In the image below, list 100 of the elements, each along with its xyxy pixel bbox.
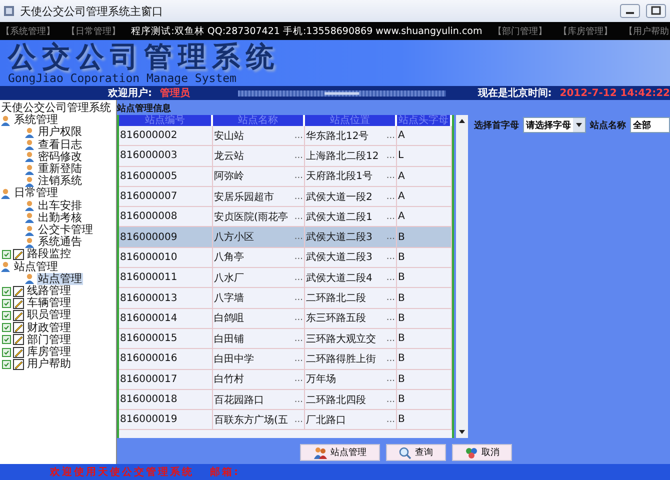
table-row[interactable]: 816000015 白田铺 ... 三环路大观立交 ... B: [119, 328, 452, 350]
table-cell: 816000018: [120, 394, 178, 405]
table-cell-text: 武侯大道二段1: [306, 210, 372, 224]
table-row[interactable]: 816000017 白竹村 ... 万年场 ... B: [119, 370, 452, 390]
table-row[interactable]: 816000013 八字墙 ... 二环路北二段 ... B: [119, 288, 452, 309]
ellipsis-button[interactable]: ...: [294, 252, 303, 262]
ellipsis-button[interactable]: ...: [294, 354, 303, 364]
tree-item[interactable]: 公交卡管理: [37, 224, 94, 236]
table-row[interactable]: 816000002 安山站 ... 华东路北12号 ... A: [119, 126, 452, 146]
table-cell: B: [398, 312, 405, 324]
tree-item[interactable]: 日常管理: [13, 187, 59, 200]
tree-item[interactable]: 站点管理: [37, 272, 83, 286]
menu-item[interactable]: 【系统管理】: [0, 24, 56, 38]
panel-caption: 站点管理信息: [117, 102, 172, 115]
tree-item[interactable]: 查看日志: [37, 138, 83, 151]
table-row[interactable]: 816000018 百花园路口 ... 二环路北四段 ... B: [119, 390, 452, 410]
ellipsis-button[interactable]: ...: [386, 334, 395, 344]
table-row[interactable]: 816000014 白鸽咀 ... 东三环路五段 ... B: [119, 308, 452, 329]
table-cell-text: 八水厂: [214, 272, 244, 285]
table-cell: 816000007: [120, 191, 178, 202]
ellipsis-button[interactable]: ...: [294, 334, 303, 344]
menu-item[interactable]: 【用户帮助: [622, 24, 670, 38]
tree-item[interactable]: 路段监控: [26, 248, 72, 261]
menu-item[interactable]: 【部门管理】: [492, 24, 548, 38]
tree-item[interactable]: 系统管理: [13, 114, 59, 126]
ellipsis-button[interactable]: ...: [294, 272, 303, 283]
ellipsis-button[interactable]: ...: [386, 354, 395, 364]
tree-item[interactable]: 用户帮助: [26, 358, 72, 370]
tree-item[interactable]: 车辆管理: [26, 297, 72, 310]
tree-item[interactable]: 站点管理: [13, 260, 59, 273]
ellipsis-button[interactable]: ...: [294, 394, 303, 404]
table-row[interactable]: 816000016 白田中学 ... 二环路得胜上街 ... B: [119, 349, 452, 370]
table-row[interactable]: 816000009 八方小区 ... 武侯大道二段3 ... B: [119, 227, 452, 248]
table-cell: 816000015: [120, 333, 178, 344]
ellipsis-button[interactable]: ...: [386, 212, 395, 222]
table-cell: B: [398, 374, 405, 385]
name-field[interactable]: 全部: [630, 117, 670, 133]
ellipsis-button[interactable]: ...: [294, 293, 303, 304]
cancel-button[interactable]: 取消: [452, 444, 512, 461]
ellipsis-button[interactable]: ...: [386, 414, 395, 425]
tree-item[interactable]: 注销系统: [37, 175, 83, 188]
ellipsis-button[interactable]: ...: [386, 150, 395, 161]
ellipsis-button[interactable]: ...: [386, 252, 395, 262]
menu-item[interactable]: 【日常管理】: [66, 24, 122, 38]
tree-item[interactable]: 系统通告: [37, 236, 83, 248]
ellipsis-button[interactable]: ...: [386, 394, 395, 404]
search-button[interactable]: 查询: [386, 444, 446, 461]
table-row[interactable]: 816000010 八角亭 ... 武侯大道二段3 ... B: [119, 248, 452, 268]
ellipsis-button[interactable]: ...: [294, 192, 303, 202]
tree-item[interactable]: 出勤考核: [37, 212, 83, 224]
clock-time: 2012-7-12 14:42:22: [560, 88, 670, 98]
table-row[interactable]: 816000011 八水厂 ... 武侯大道二段4 ... B: [119, 268, 452, 288]
ellipsis-button[interactable]: ...: [386, 313, 395, 324]
ellipsis-button[interactable]: ...: [386, 130, 395, 141]
tree-item[interactable]: 职员管理: [26, 309, 72, 322]
table-row[interactable]: 816000005 阿弥岭 ... 天府路北段1号 ... A: [119, 166, 452, 187]
ellipsis-button[interactable]: ...: [294, 313, 303, 324]
tree-item[interactable]: 线路管理: [26, 285, 72, 298]
table-cell: 816000014: [120, 312, 178, 324]
ellipsis-button[interactable]: ...: [386, 272, 395, 283]
table-cell-text: 厂北路口: [306, 414, 346, 427]
ellipsis-button[interactable]: ...: [386, 293, 395, 304]
table-cell: B: [398, 353, 405, 364]
ellipsis-button[interactable]: ...: [294, 171, 303, 182]
table-cell: 816000011: [120, 272, 178, 284]
table-row[interactable]: 816000019 百联东方广场(五 ... 厂北路口 ... B: [119, 410, 452, 430]
banner-title: 公交公司管理系统: [8, 42, 281, 72]
ellipsis-button[interactable]: ...: [386, 171, 395, 182]
manage-button[interactable]: 站点管理: [300, 444, 380, 461]
tree-item[interactable]: 重新登陆: [37, 163, 83, 176]
table-cell-text: 安贞医院(雨花亭: [214, 210, 288, 224]
table-cell-text: 八方小区: [214, 230, 254, 244]
table-cell: B: [398, 272, 405, 284]
table-row[interactable]: 816000003 龙云站 ... 上海路北二段12 ... L: [119, 146, 452, 167]
tree-item[interactable]: 用户权限: [37, 126, 83, 139]
tree-item[interactable]: 财政管理: [26, 322, 72, 334]
tree-item[interactable]: 库房管理: [26, 346, 72, 358]
ellipsis-button[interactable]: ...: [386, 192, 395, 202]
table-cell: A: [398, 211, 405, 222]
ellipsis-button[interactable]: ...: [294, 374, 303, 384]
tree-item[interactable]: 部门管理: [26, 334, 72, 346]
letter-label: 选择首字母: [474, 119, 519, 132]
tree-item[interactable]: 出车安排: [37, 200, 83, 212]
tree-root-label[interactable]: 天使公交公司管理系统: [0, 102, 112, 114]
ellipsis-button[interactable]: ...: [294, 212, 303, 222]
ellipsis-button[interactable]: ...: [386, 374, 395, 384]
time-label: 现在是北京时间:: [478, 86, 552, 100]
table-cell: 816000017: [120, 374, 178, 385]
letter-dropdown[interactable]: 请选择字母: [523, 117, 586, 133]
table-cell-text: 武侯大道二段3: [306, 250, 372, 264]
ellipsis-button[interactable]: ...: [294, 414, 303, 425]
ellipsis-button[interactable]: ...: [386, 232, 395, 242]
ellipsis-button[interactable]: ...: [294, 150, 303, 161]
table-cell: 816000002: [120, 130, 178, 142]
table-row[interactable]: 816000007 安居乐园超市 ... 武侯大道一段2 ... A: [119, 186, 452, 208]
ellipsis-button[interactable]: ...: [294, 232, 303, 242]
ellipsis-button[interactable]: ...: [294, 130, 303, 141]
menu-item[interactable]: 【库房管理】: [557, 24, 614, 38]
table-cell: 816000009: [120, 232, 178, 243]
tree-item[interactable]: 密码修改: [37, 150, 83, 164]
